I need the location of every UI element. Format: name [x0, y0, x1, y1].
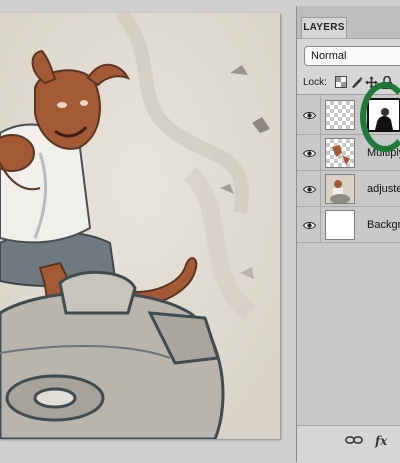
panel-footer: fx — [297, 425, 400, 463]
layer-row-multiply[interactable]: Multiply — [297, 135, 400, 171]
layer-row-mask[interactable] — [297, 95, 400, 135]
tab-layers[interactable]: LAYERS — [301, 17, 347, 38]
layer-thumbnail[interactable] — [325, 100, 355, 130]
layer-row-background[interactable]: Backgro — [297, 207, 400, 243]
layer-thumbnail[interactable] — [325, 174, 355, 204]
lock-label: Lock: — [303, 77, 327, 88]
layer-row-adjusted[interactable]: adjusted — [297, 171, 400, 207]
layer-style-button[interactable]: fx — [375, 434, 387, 448]
artwork-illustration — [0, 13, 280, 439]
lock-transparent-pixels-icon[interactable] — [335, 76, 348, 90]
lock-image-pixels-icon[interactable] — [350, 76, 363, 90]
layers-list: Multiply adjusted Backgro — [297, 94, 400, 426]
lock-all-icon[interactable] — [381, 76, 394, 90]
eye-icon — [303, 149, 316, 157]
layer-mask-thumbnail[interactable] — [367, 98, 400, 132]
visibility-toggle[interactable] — [297, 207, 321, 242]
eye-icon — [303, 185, 316, 193]
lock-row: Lock: — [303, 76, 400, 92]
eye-icon — [303, 221, 316, 229]
layer-thumbnail[interactable] — [325, 210, 355, 240]
layer-name[interactable]: Multiply — [367, 147, 400, 159]
layer-name[interactable]: Backgro — [367, 219, 400, 231]
link-layers-icon[interactable] — [345, 434, 363, 448]
layers-panel: LAYERS Normal Lock: Multipl adjuste Back… — [296, 6, 400, 463]
layer-thumbnail[interactable] — [325, 138, 355, 168]
visibility-toggle[interactable] — [297, 95, 321, 134]
eye-icon — [303, 111, 316, 119]
document-canvas[interactable] — [0, 13, 280, 439]
layers-empty-area — [297, 243, 400, 433]
lock-position-icon[interactable] — [365, 76, 378, 90]
blend-mode-select[interactable]: Normal — [304, 46, 400, 66]
visibility-toggle[interactable] — [297, 171, 321, 206]
visibility-toggle[interactable] — [297, 135, 321, 170]
layer-name[interactable]: adjusted — [367, 183, 400, 195]
panel-tab-bar: LAYERS — [297, 6, 400, 39]
